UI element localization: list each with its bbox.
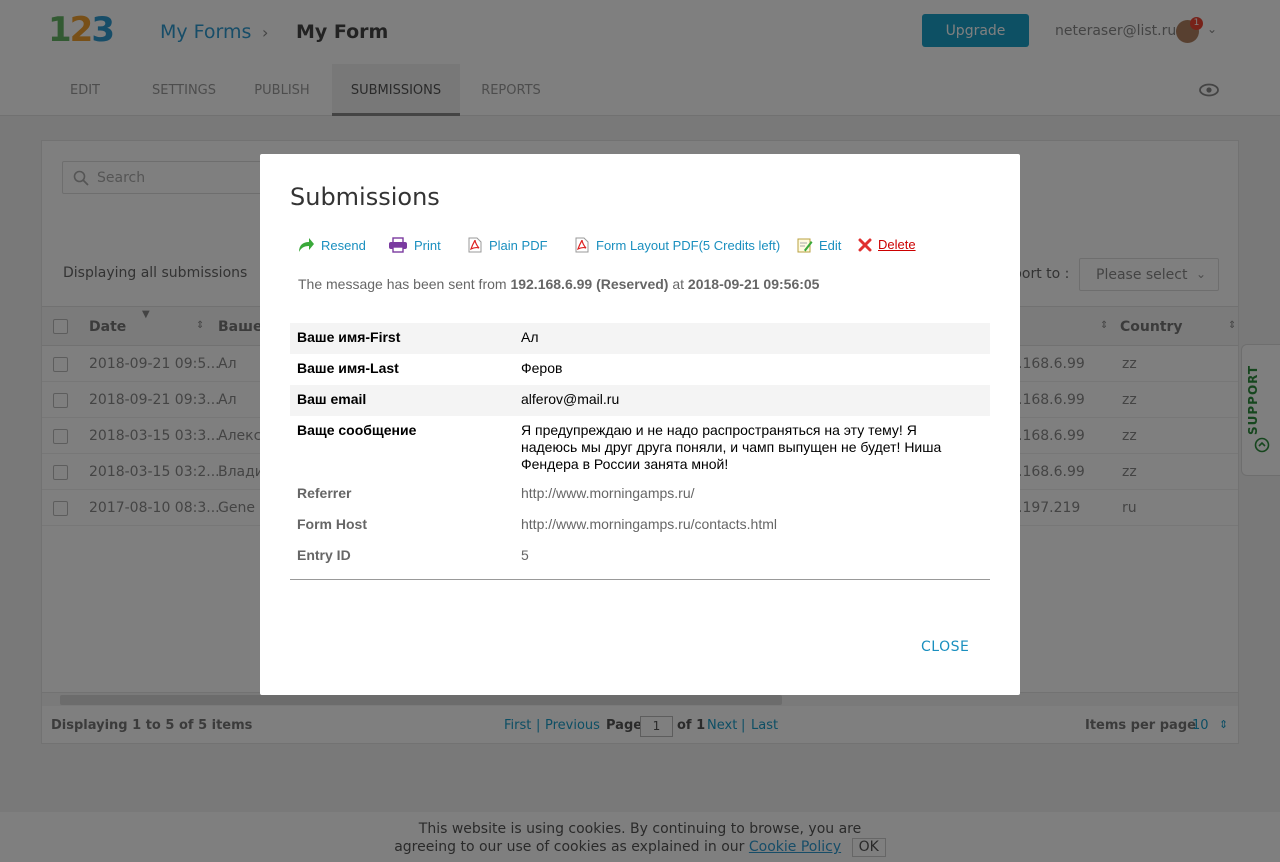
sent-info-prefix: The message has been sent from [298, 276, 507, 292]
detail-row: Entry ID 5 [290, 541, 990, 572]
detail-value: http://www.morningamps.ru/contacts.html [521, 516, 777, 532]
resend-label: Resend [321, 237, 366, 253]
submission-modal: Submissions Resend Print Plain PDF Form … [260, 154, 1020, 695]
detail-value: Феров [521, 360, 563, 376]
edit-button[interactable]: Edit [797, 237, 841, 253]
print-button[interactable]: Print [388, 237, 441, 253]
plain-pdf-button[interactable]: Plain PDF [467, 237, 548, 253]
resend-arrow-icon [299, 238, 314, 252]
sent-info: The message has been sent from 192.168.6… [298, 276, 819, 292]
detail-row: Ваше имя-First Ал [290, 323, 990, 354]
detail-row: Ваш email alferov@mail.ru [290, 385, 990, 416]
sent-info-time: 2018-09-21 09:56:05 [687, 276, 820, 292]
layout-pdf-button[interactable]: Form Layout PDF(5 Credits left) [574, 237, 780, 253]
detail-row: Ваще сообщение Я предупреждаю и не надо … [290, 416, 990, 479]
detail-label: Ваще сообщение [297, 422, 417, 438]
modal-title: Submissions [290, 183, 440, 211]
pdf-icon [575, 237, 589, 253]
edit-label: Edit [819, 237, 842, 253]
plain-pdf-label: Plain PDF [489, 237, 548, 253]
sent-info-at: at [672, 276, 685, 292]
detail-row: Form Host http://www.morningamps.ru/cont… [290, 510, 990, 541]
close-button[interactable]: CLOSE [921, 639, 969, 655]
layout-pdf-label: Form Layout PDF(5 Credits left) [596, 237, 781, 253]
detail-value: Ал [521, 329, 539, 345]
detail-label: Ваш email [297, 391, 367, 407]
delete-button[interactable]: Delete [858, 237, 916, 252]
print-label: Print [414, 237, 441, 253]
detail-row: Referrer http://www.morningamps.ru/ [290, 479, 990, 510]
detail-label: Ваше имя-First [297, 329, 401, 345]
delete-x-icon [858, 238, 872, 251]
pdf-icon [468, 237, 482, 253]
printer-icon [389, 237, 407, 253]
delete-label: Delete [878, 237, 916, 252]
detail-value: Я предупреждаю и не надо распространятьс… [521, 422, 942, 472]
detail-label: Referrer [297, 485, 352, 501]
submission-details: Ваше имя-First Ал Ваше имя-Last Феров Ва… [290, 323, 990, 572]
sent-info-ip: 192.168.6.99 (Reserved) [510, 276, 669, 292]
detail-value: http://www.morningamps.ru/ [521, 485, 695, 501]
detail-value: 5 [521, 547, 529, 563]
edit-icon [797, 238, 813, 253]
detail-label: Entry ID [297, 547, 351, 563]
divider [290, 579, 990, 580]
detail-label: Ваше имя-Last [297, 360, 399, 376]
detail-value: alferov@mail.ru [521, 391, 620, 407]
detail-label: Form Host [297, 516, 367, 532]
detail-row: Ваше имя-Last Феров [290, 354, 990, 385]
resend-button[interactable]: Resend [297, 237, 366, 253]
